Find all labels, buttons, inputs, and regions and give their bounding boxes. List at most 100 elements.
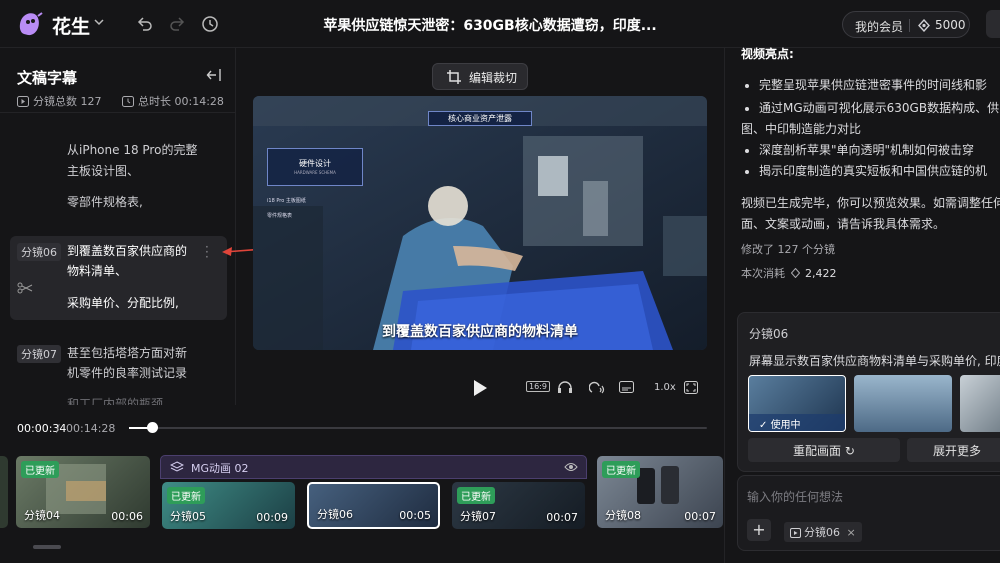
total-time: 00:14:28	[66, 422, 116, 435]
active-line[interactable]: 采购单价、分配比例,	[67, 293, 179, 313]
collapse-panel-icon[interactable]	[206, 68, 222, 82]
image-option-selected[interactable]: ✓ 使用中	[748, 375, 846, 432]
modified-count: 修改了 127 个分镜	[741, 243, 835, 256]
mg-group-label: MG动画 02	[191, 462, 249, 475]
active-line[interactable]: 到覆盖数百家供应商的	[67, 241, 187, 261]
clip-name: 分镜07	[460, 510, 496, 523]
clip-duration: 00:06	[111, 510, 143, 523]
mg-animation-group[interactable]: MG动画 02	[160, 455, 587, 479]
fullscreen-icon[interactable]	[684, 381, 698, 394]
clip-name: 分镜06	[317, 508, 353, 521]
updated-badge: 已更新	[167, 487, 205, 504]
image-option[interactable]	[960, 375, 1000, 432]
segment-image-card: 分镜06 屏幕显示数百家供应商物料清单与采购单价, 印度 ✓ 使用中 重配画面 …	[737, 312, 1000, 472]
coin-balance: 5000	[935, 18, 966, 32]
updated-badge: 已更新	[602, 461, 640, 478]
member-button[interactable]: 我的会员 5000	[842, 11, 970, 38]
clip-thumbnail[interactable]: 已更新 分镜07 00:07	[452, 482, 585, 529]
active-segment-card[interactable]: 分镜06 到覆盖数百家供应商的 物料清单、 采购单价、分配比例,	[10, 236, 227, 320]
overlay-banner: 核心商业资产泄露	[428, 111, 532, 126]
expand-more-button[interactable]: 展开更多	[907, 438, 1000, 462]
updated-badge: 已更新	[457, 487, 495, 504]
progress-knob[interactable]	[147, 422, 158, 433]
clip-name: 分镜05	[170, 510, 206, 523]
top-bar: 花生 苹果供应链惊天泄密：630GB核心数据遭窃，印度... 我的会员 5000	[0, 0, 1000, 48]
clip-thumbnail[interactable]: 已更新 分镜08 00:07	[597, 456, 723, 528]
highlights-title: 视频亮点:	[741, 47, 794, 61]
chip-label: 分镜06	[804, 526, 840, 539]
undo-icon[interactable]	[134, 14, 154, 34]
assistant-message: 视频已生成完毕，你可以预览效果。如需调整任何	[741, 196, 1000, 210]
clip-duration: 00:05	[399, 509, 431, 522]
play-icon[interactable]	[472, 379, 488, 397]
redo-icon[interactable]	[168, 14, 188, 34]
in-use-label: ✓ 使用中	[749, 414, 845, 431]
history-icon[interactable]	[200, 14, 220, 34]
overlay-card-title: 硬件设计	[299, 159, 331, 168]
brand-name[interactable]: 花生	[52, 12, 90, 39]
headphones-icon[interactable]	[557, 380, 573, 394]
script-line-cut: ……	[67, 107, 217, 116]
card-title: 分镜06	[749, 327, 789, 341]
clip-thumbnail[interactable]: 已更新 分镜05 00:09	[162, 482, 295, 529]
voice-icon[interactable]	[589, 380, 605, 394]
add-attachment-button[interactable]: +	[747, 519, 771, 541]
clip-name: 分镜08	[605, 509, 641, 522]
card-description: 屏幕显示数百家供应商物料清单与采购单价, 印度	[749, 354, 1000, 368]
peanut-logo-icon[interactable]	[16, 10, 46, 38]
script-line[interactable]: 甚至包括塔塔方面对新	[67, 343, 187, 363]
segment-tag: 分镜06	[17, 243, 61, 261]
script-line[interactable]: 零部件规格表,	[67, 192, 143, 212]
aspect-ratio-button[interactable]: 16:9	[526, 381, 550, 392]
assistant-message: 面、文案或动画，请告诉我具体需求。	[741, 217, 946, 231]
clip-thumbnail[interactable]: 已更新 分镜04 00:06	[16, 456, 150, 528]
highlight-item: 完整呈现苹果供应链泄密事件的时间线和影	[744, 75, 987, 96]
coin-icon	[790, 268, 800, 278]
coin-icon	[918, 19, 930, 32]
video-preview[interactable]: 核心商业资产泄露 硬件设计 HARDWARE SCHEMA i18 Pro 主板…	[253, 96, 707, 350]
time-separator: /	[56, 422, 60, 435]
highlight-item: 通过MG动画可视化展示630GB数据构成、供	[744, 98, 999, 119]
edit-crop-button[interactable]: 编辑裁切	[432, 63, 528, 90]
video-icon	[790, 528, 801, 538]
overlay-item: i18 Pro 主板图纸	[267, 198, 306, 204]
segment-chip[interactable]: 分镜06 ×	[784, 522, 862, 542]
member-label: 我的会员	[855, 20, 904, 34]
highlight-item: 深度剖析苹果"单向透明"机制如何被击穿	[744, 140, 974, 161]
overlay-item: 零件规格表	[267, 213, 293, 219]
horizontal-scrollbar[interactable]	[33, 545, 61, 549]
overlay-card-sub: HARDWARE SCHEMA	[294, 170, 336, 175]
script-line[interactable]: 从iPhone 18 Pro的完整	[67, 140, 197, 160]
chevron-down-icon[interactable]	[94, 19, 104, 26]
script-line[interactable]: 机零件的良率测试记录	[67, 363, 187, 383]
script-line[interactable]: 主板设计图、	[67, 161, 139, 181]
active-line[interactable]: 物料清单、	[67, 261, 127, 281]
project-title: 苹果供应链惊天泄密：630GB核心数据遭窃，印度...	[323, 18, 657, 34]
more-options-icon[interactable]: · · ·	[205, 241, 211, 263]
edit-crop-label: 编辑裁切	[469, 71, 518, 85]
subtitles-icon[interactable]	[619, 381, 634, 393]
video-subtitle: 到覆盖数百家供应商的物料清单	[382, 324, 578, 340]
overlay-card: 硬件设计 HARDWARE SCHEMA	[267, 148, 363, 186]
scissors-icon[interactable]	[17, 282, 33, 294]
cost-label: 本次消耗	[741, 267, 785, 280]
script-line[interactable]: 和工厂内部的瓶颈...	[67, 394, 174, 405]
script-panel: 文稿字幕 分镜总数 127 总时长 00:14:28 …… 从iPhone 18…	[0, 48, 236, 405]
cost-info: 本次消耗 2,422	[741, 265, 837, 281]
clip-thumbnail-cut[interactable]	[0, 456, 8, 528]
progress-track[interactable]	[129, 427, 707, 429]
chat-input-placeholder[interactable]: 输入你的任何想法	[747, 488, 843, 505]
clip-thumbnail-selected[interactable]: 分镜06 00:05	[307, 482, 440, 529]
chat-input-box[interactable]: 输入你的任何想法 + 分镜06 ×	[737, 475, 1000, 551]
playback-speed-button[interactable]: 1.0x	[654, 382, 676, 393]
panel-title: 文稿字幕	[17, 69, 78, 87]
highlight-item: 揭示印度制造的真实短板和中国供应链的机	[744, 161, 987, 182]
close-icon[interactable]: ×	[847, 526, 856, 539]
clip-duration: 00:07	[684, 510, 716, 523]
factory-scene-image	[253, 96, 707, 350]
avatar[interactable]	[986, 10, 1000, 38]
divider	[909, 19, 910, 32]
cost-value: 2,422	[805, 267, 837, 280]
image-option[interactable]	[854, 375, 952, 432]
rematch-button[interactable]: 重配画面 ↻	[748, 438, 900, 462]
